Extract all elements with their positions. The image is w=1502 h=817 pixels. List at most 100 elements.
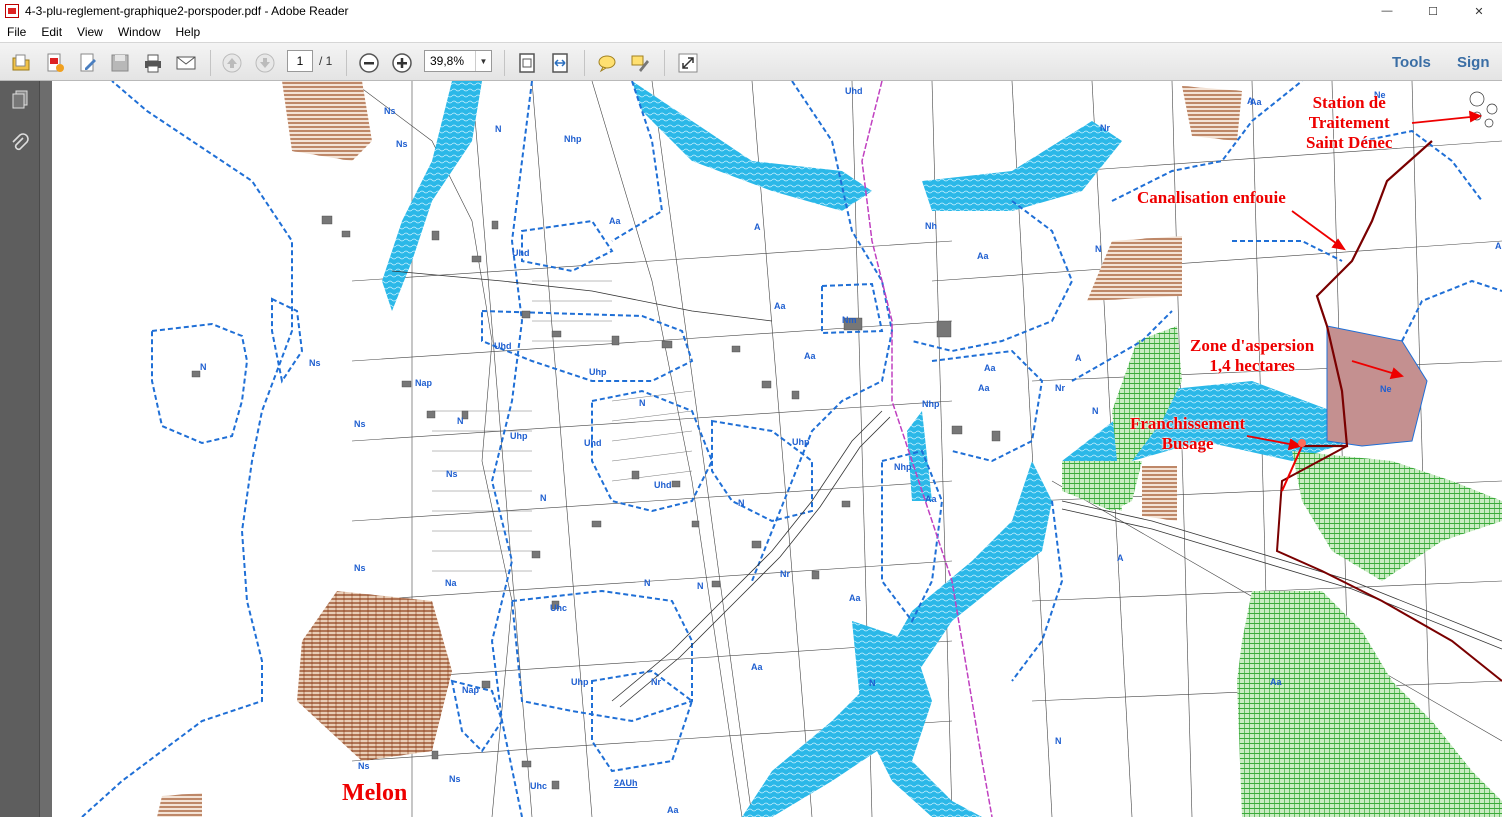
minus-circle-icon [359, 53, 379, 73]
zone-label: Nhp [922, 399, 940, 409]
close-button[interactable]: ✕ [1456, 0, 1502, 22]
zone-label: A [1117, 553, 1124, 563]
zone-label: Ns [446, 469, 458, 479]
title-bar: 4-3-plu-reglement-graphique2-porspoder.p… [0, 0, 1502, 22]
zone-label: Aa [925, 494, 937, 504]
zone-label: Nm [842, 315, 857, 325]
window-title: 4-3-plu-reglement-graphique2-porspoder.p… [25, 4, 349, 18]
zone-label: N [1055, 736, 1062, 746]
email-button[interactable] [174, 51, 198, 75]
zone-label: Ns [396, 139, 408, 149]
zone-label: Aa [1270, 677, 1282, 687]
zone-label: N [200, 362, 207, 372]
arrow-up-icon [222, 53, 242, 73]
fit-width-button[interactable] [548, 51, 572, 75]
zoom-out-button[interactable] [357, 51, 381, 75]
annotation-zone-text: Zone d'aspersion 1,4 hectares [1190, 336, 1315, 375]
menu-window[interactable]: Window [111, 25, 169, 39]
attachment-paperclip-icon[interactable] [9, 133, 31, 155]
highlighter-pen-icon [631, 55, 649, 72]
menu-edit[interactable]: Edit [34, 25, 70, 39]
zone-label: Nr [780, 569, 791, 579]
zone-label: N [457, 416, 464, 426]
zone-label: N [1095, 244, 1102, 254]
previous-page-button[interactable] [220, 51, 244, 75]
annotation-canalisation: Canalisation enfouie [1137, 188, 1286, 207]
annotation-station: Station de Traitement Saint Dénec [1306, 93, 1392, 153]
chevron-down-icon[interactable]: ▼ [475, 51, 491, 71]
zone-label: Aa [609, 216, 621, 226]
document-gutter [40, 81, 52, 817]
menu-view[interactable]: View [70, 25, 111, 39]
save-button[interactable] [108, 51, 132, 75]
zone-label: A [1247, 96, 1254, 106]
annotation-franchissement: Franchissement Busage [1130, 414, 1245, 454]
zone-label: N [644, 578, 651, 588]
highlight-text-button[interactable] [628, 51, 652, 75]
zone-label: Nr [1055, 383, 1066, 393]
zone-label: Ns [358, 761, 370, 771]
zone-label: Ns [449, 774, 461, 784]
zoom-in-button[interactable] [390, 51, 414, 75]
next-page-button[interactable] [253, 51, 277, 75]
menu-help[interactable]: Help [169, 25, 209, 39]
zone-label: Ns [309, 358, 321, 368]
create-pdf-button[interactable] [43, 51, 67, 75]
crossing-marker [1298, 439, 1306, 447]
page-thumbnails-icon[interactable] [9, 89, 31, 111]
edit-pdf-button[interactable] [76, 51, 100, 75]
document-map-page[interactable]: Uhd N Nhp Ns Aa A Nh Nr Aa Uhd Aa Nm Ns N Uhd Aa Aa Nap Uh… [52, 81, 1502, 817]
menu-file[interactable]: File [0, 25, 34, 39]
zone-label: Ns [384, 106, 396, 116]
zone-label: Aa [984, 363, 996, 373]
zone-label: N [495, 124, 502, 134]
zone-label: Uhc [550, 603, 568, 613]
page-number-input[interactable]: 1 [287, 50, 313, 72]
zone-label: Nr [1100, 123, 1111, 133]
zone-label: Ne [1380, 384, 1392, 394]
toolbar [0, 42, 1502, 81]
expand-arrows-icon [678, 53, 698, 73]
tools-pane-button[interactable]: Tools [1392, 54, 1431, 71]
minimize-button[interactable]: — [1364, 0, 1410, 22]
zone-label: Aa [751, 662, 763, 672]
sign-pane-button[interactable]: Sign [1457, 54, 1490, 71]
full-screen-button[interactable] [676, 51, 700, 75]
create-pdf-icon [47, 53, 64, 72]
zoom-value[interactable]: 39,8% [425, 54, 475, 68]
zone-label: Uhc [530, 781, 548, 791]
save-disk-icon [111, 54, 129, 72]
zone-label: N [697, 581, 704, 591]
zone-label: Uhp [571, 677, 589, 687]
open-file-button[interactable] [9, 51, 33, 75]
zone-label: Uhd [654, 480, 672, 490]
zoom-select[interactable]: 39,8% ▼ [424, 50, 492, 72]
navigation-pane [0, 81, 40, 817]
toolbar-separator [504, 50, 505, 76]
annotation-melon: Melon [342, 780, 408, 806]
menu-bar: File Edit View Window Help [0, 22, 1502, 42]
zone-label: Nhp [564, 134, 582, 144]
zone-label: Na [445, 578, 457, 588]
zone-label: Uhp [510, 431, 528, 441]
comment-bubble-icon [598, 55, 616, 73]
toolbar-separator [210, 50, 211, 76]
pdf-file-icon [5, 4, 19, 18]
zone-label: Nhp [894, 462, 912, 472]
zone-label: Uhd [584, 438, 602, 448]
print-button[interactable] [141, 51, 165, 75]
printer-icon [145, 54, 161, 73]
zone-label: Uhd [845, 86, 863, 96]
maximize-button[interactable]: ☐ [1410, 0, 1456, 22]
zone-label: Nap [462, 685, 480, 695]
zone-label: N [639, 398, 646, 408]
envelope-icon [176, 56, 196, 70]
comment-button[interactable] [595, 51, 619, 75]
toolbar-separator [584, 50, 585, 76]
zone-label: A [754, 222, 761, 232]
fit-page-button[interactable] [515, 51, 539, 75]
zone-label: Aa [667, 805, 679, 815]
field-strips [432, 280, 693, 572]
zone-label: Aa [978, 383, 990, 393]
fit-width-icon [552, 53, 568, 73]
